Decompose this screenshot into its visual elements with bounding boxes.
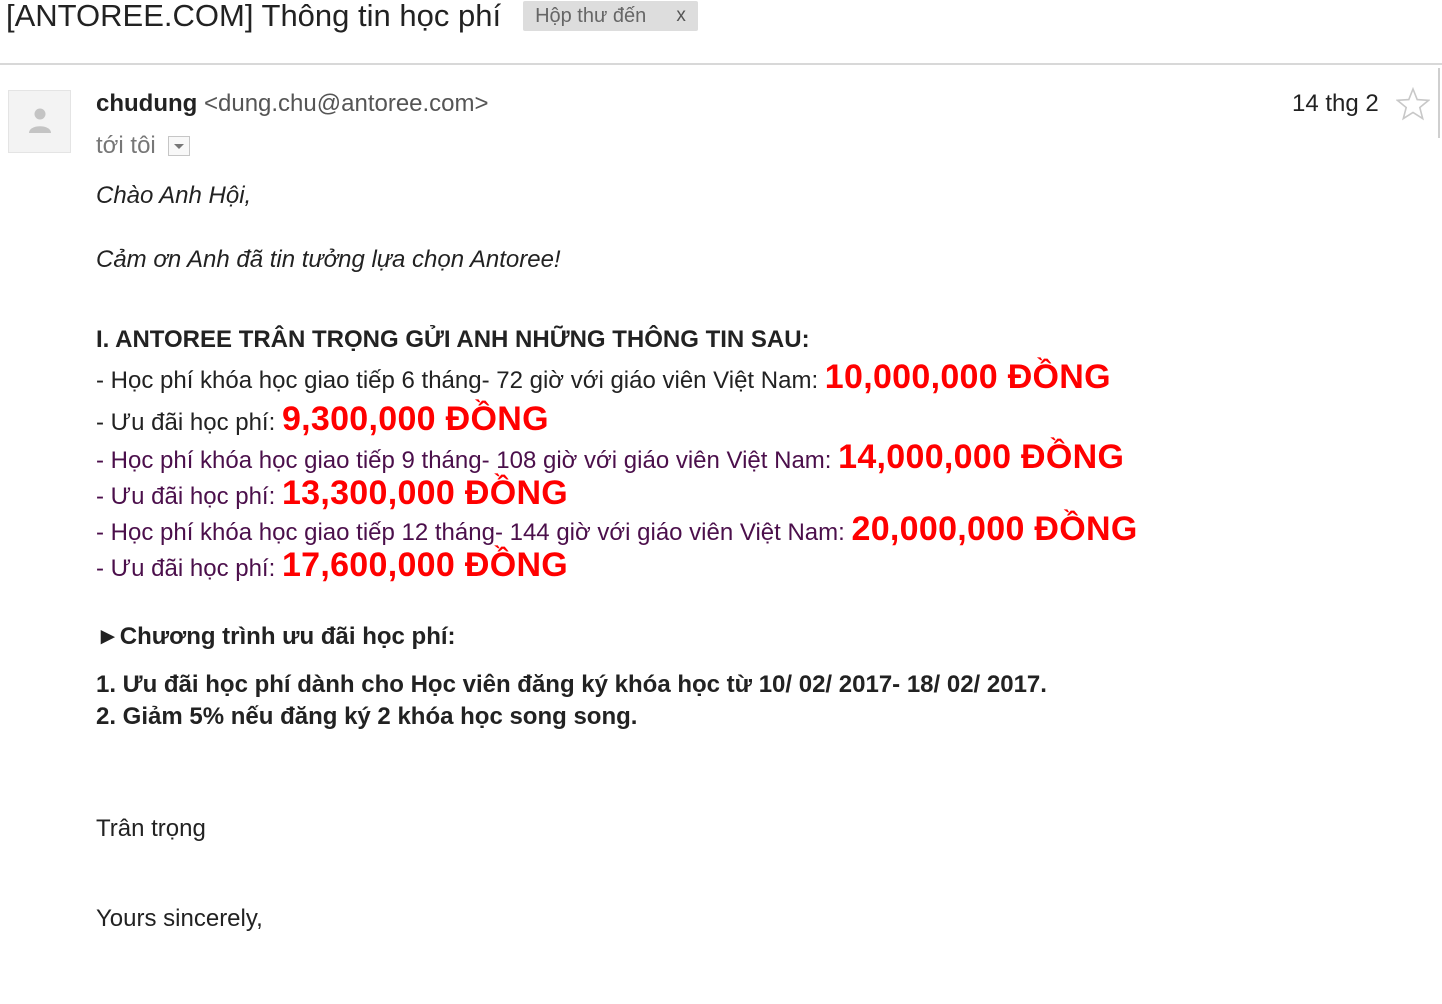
program-title: ►Chương trình ưu đãi học phí:: [96, 623, 456, 650]
header-divider: [0, 63, 1442, 65]
fee-price: 17,600,000 ĐỒNG: [281, 546, 569, 584]
sender: chudung <dung.chu@antoree.com>: [96, 90, 489, 118]
fee-line-9-month: - Học phí khóa học giao tiếp 9 tháng- 10…: [96, 438, 1124, 477]
email-view: [ANTOREE.COM] Thông tin học phí Hộp thư …: [0, 0, 1442, 1004]
email-date: 14 thg 2: [1292, 90, 1379, 117]
fee-label: - Ưu đãi học phí:: [96, 483, 282, 510]
email-subject: [ANTOREE.COM] Thông tin học phí: [6, 0, 502, 33]
sender-email: <dung.chu@antoree.com>: [203, 90, 489, 117]
fee-price: 13,300,000 ĐỒNG: [281, 474, 569, 512]
greeting: Chào Anh Hội,: [96, 182, 252, 209]
program-item: 1. Ưu đãi học phí dành cho Học viên đăng…: [96, 671, 1047, 698]
fee-label: - Ưu đãi học phí:: [96, 555, 282, 582]
discount-line-12-month: - Ưu đãi học phí: 17,600,000 ĐỒNG: [96, 546, 568, 585]
section-title: I. ANTOREE TRÂN TRỌNG GỬI ANH NHỮNG THÔN…: [96, 326, 810, 353]
fee-price: 10,000,000 ĐỒNG: [824, 358, 1111, 396]
fee-label: - Học phí khóa học giao tiếp 9 tháng- 10…: [96, 447, 839, 474]
fee-line-12-month: - Học phí khóa học giao tiếp 12 tháng- 1…: [96, 510, 1138, 549]
program-item: 2. Giảm 5% nếu đăng ký 2 khóa học song s…: [96, 703, 638, 730]
avatar[interactable]: [8, 90, 71, 153]
thanks-line: Cảm ơn Anh đã tin tưởng lựa chọn Antoree…: [96, 246, 561, 273]
fee-price: 20,000,000 ĐỒNG: [851, 510, 1138, 548]
fee-label: - Học phí khóa học giao tiếp 12 tháng- 1…: [96, 519, 852, 546]
subject-row: [ANTOREE.COM] Thông tin học phí Hộp thư …: [6, 0, 698, 38]
signoff: Yours sincerely,: [96, 905, 263, 932]
label-inbox-chip[interactable]: Hộp thư đến x: [523, 1, 698, 31]
star-icon[interactable]: [1396, 87, 1430, 121]
fee-line-6-month: - Học phí khóa học giao tiếp 6 tháng- 72…: [96, 358, 1111, 397]
person-icon: [29, 108, 51, 133]
recipient-line: tới tôi: [96, 132, 190, 160]
scrollbar-edge: [1438, 68, 1440, 138]
label-inbox-text: Hộp thư đến: [535, 4, 647, 27]
remove-label-button[interactable]: x: [676, 5, 686, 27]
fee-price: 9,300,000 ĐỒNG: [281, 400, 549, 438]
fee-label: - Học phí khóa học giao tiếp 6 tháng- 72…: [96, 367, 825, 394]
fee-price: 14,000,000 ĐỒNG: [838, 438, 1125, 476]
recipient-text: tới tôi: [96, 132, 156, 159]
fee-label: - Ưu đãi học phí:: [96, 409, 282, 436]
closing: Trân trọng: [96, 815, 206, 842]
discount-line-6-month: - Ưu đãi học phí: 9,300,000 ĐỒNG: [96, 400, 549, 439]
dropdown-arrow-icon[interactable]: [167, 136, 190, 156]
discount-line-9-month: - Ưu đãi học phí: 13,300,000 ĐỒNG: [96, 474, 568, 513]
sender-name[interactable]: chudung: [96, 90, 197, 117]
